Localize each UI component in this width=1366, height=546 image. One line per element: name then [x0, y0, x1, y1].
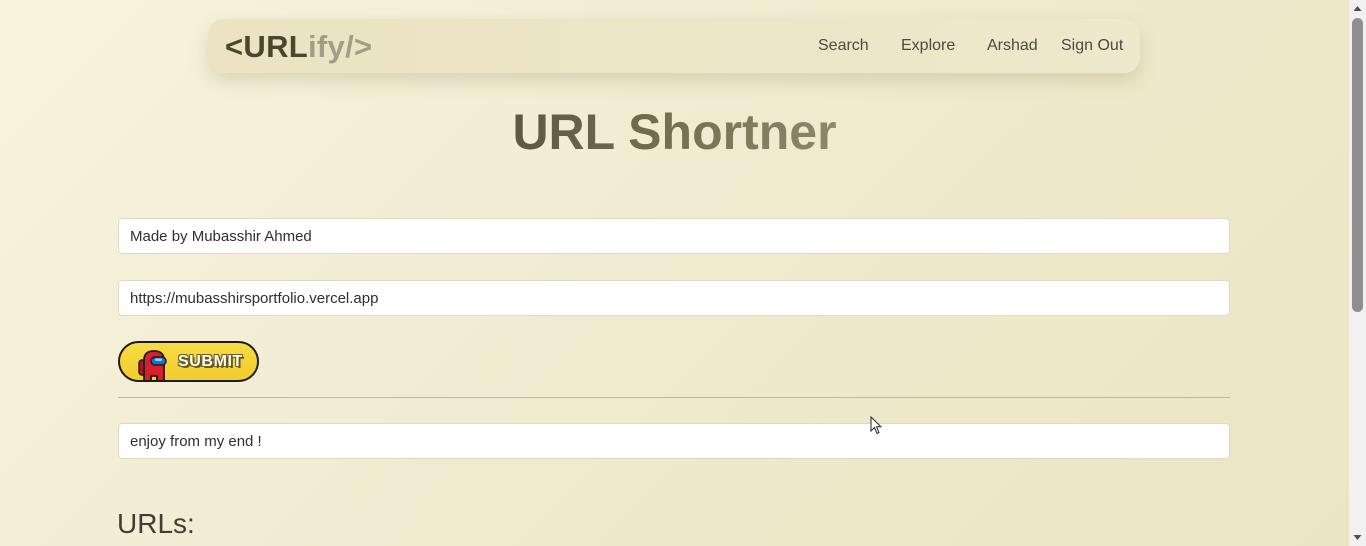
short-url-output-field[interactable] — [118, 423, 1230, 459]
nav-link-search[interactable]: Search — [818, 37, 869, 55]
title-input[interactable] — [118, 218, 1230, 254]
submit-button[interactable]: SUBMIT — [118, 341, 259, 382]
nav-link-explore[interactable]: Explore — [901, 37, 955, 55]
submit-button-label: SUBMIT — [178, 353, 243, 370]
page-title-text: URL Shortner — [512, 104, 837, 160]
crewmate-icon — [138, 350, 167, 380]
logo-text-secondary: ify/> — [308, 29, 373, 64]
scroll-down-arrow-icon[interactable] — [1349, 529, 1366, 546]
scroll-up-arrow-icon[interactable] — [1349, 0, 1366, 17]
divider — [118, 397, 1230, 398]
navbar: <URLify/> Search Explore Arshad Sign Out — [208, 19, 1140, 73]
url-input[interactable] — [118, 280, 1230, 316]
mouse-pointer-icon — [870, 416, 882, 435]
logo[interactable]: <URLify/> — [225, 29, 372, 65]
scrollbar-thumb[interactable] — [1352, 18, 1363, 312]
page-title: URL Shortner — [0, 103, 1349, 161]
urls-heading: URLs: — [117, 508, 195, 539]
page: <URLify/> Search Explore Arshad Sign Out… — [0, 0, 1349, 546]
nav-link-user-profile[interactable]: Arshad — [987, 37, 1038, 55]
nav-link-sign-out[interactable]: Sign Out — [1061, 37, 1123, 55]
vertical-scrollbar[interactable] — [1349, 0, 1366, 546]
logo-text-primary: <URL — [225, 29, 309, 64]
